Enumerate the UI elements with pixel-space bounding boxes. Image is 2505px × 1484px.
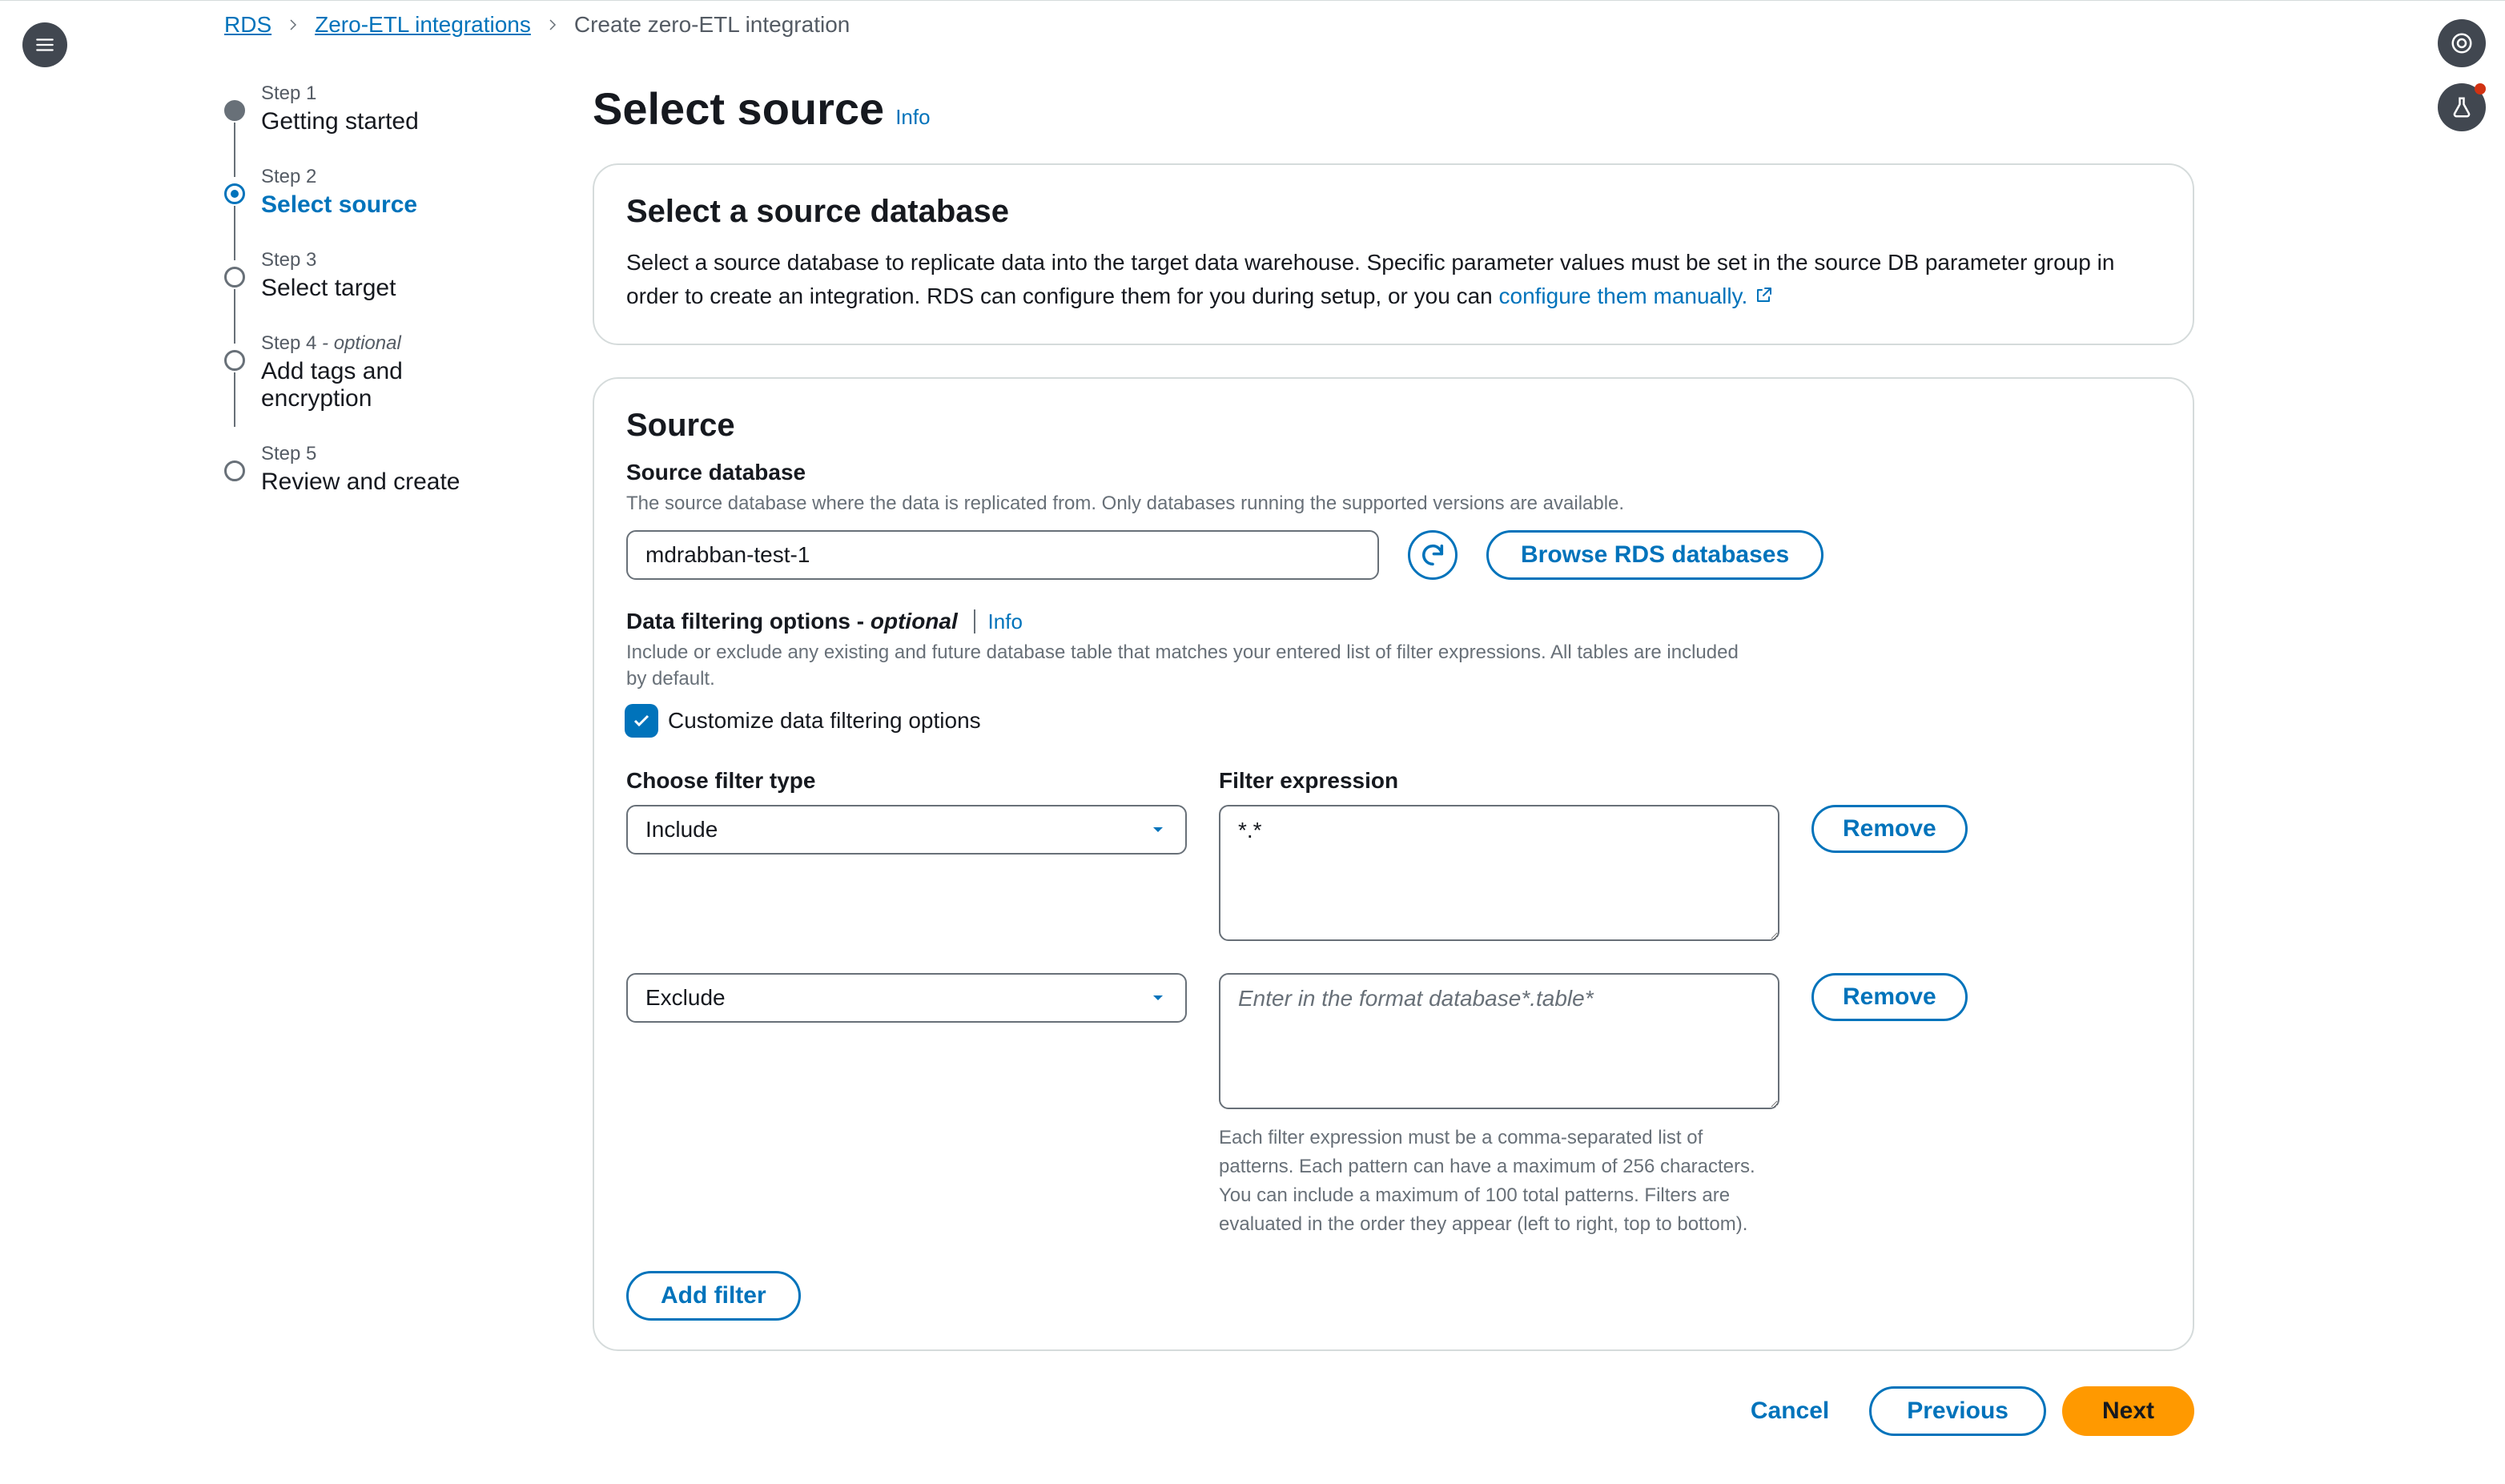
source-database-input[interactable] (626, 530, 1379, 580)
chevron-right-icon (286, 12, 300, 38)
filter-type-heading: Choose filter type (626, 768, 1187, 794)
configure-manually-link[interactable]: configure them manually. (1499, 284, 1748, 308)
step-4[interactable]: Step 4 - optional Add tags and encryptio… (224, 332, 513, 412)
step-3[interactable]: Step 3 Select target (224, 249, 513, 302)
remove-filter-button-1[interactable]: Remove (1811, 973, 1968, 1021)
next-button[interactable]: Next (2062, 1386, 2194, 1436)
filter-expression-input-0[interactable] (1219, 805, 1779, 941)
refresh-button[interactable] (1408, 530, 1458, 580)
hamburger-icon (34, 34, 55, 55)
step-num: Step 1 (261, 82, 513, 105)
customize-filtering-label: Customize data filtering options (668, 708, 981, 734)
step-indicator-done (224, 100, 245, 121)
step-label: Getting started (261, 108, 513, 135)
breadcrumb-current: Create zero-ETL integration (574, 12, 850, 38)
checkmark-icon (632, 711, 651, 730)
filter-expression-heading: Filter expression (1219, 768, 1779, 794)
panel-source: Source Source database The source databa… (593, 377, 2194, 1351)
filter-type-select-1[interactable]: Exclude (626, 973, 1187, 1023)
data-filtering-help: Include or exclude any existing and futu… (626, 639, 1747, 693)
step-label: Select target (261, 275, 513, 302)
main-content: Select source Info Select a source datab… (593, 82, 2194, 1484)
cancel-button[interactable]: Cancel (1727, 1386, 1853, 1436)
cloudshell-button[interactable] (2438, 19, 2486, 67)
panel-select-source-db: Select a source database Select a source… (593, 163, 2194, 345)
refresh-icon (1419, 541, 1446, 569)
step-1[interactable]: Step 1 Getting started (224, 82, 513, 135)
breadcrumb: RDS Zero-ETL integrations Create zero-ET… (0, 1, 2505, 38)
data-filtering-heading: Data filtering options - optional Info (626, 609, 2161, 634)
page-title: Select source (593, 82, 884, 135)
filter-type-select-0[interactable]: Include (626, 805, 1187, 855)
cloudshell-icon (2450, 31, 2474, 55)
page-title-info-link[interactable]: Info (895, 105, 930, 130)
step-indicator-active (224, 183, 245, 204)
remove-filter-button-0[interactable]: Remove (1811, 805, 1968, 853)
chevron-right-icon (545, 12, 560, 38)
previous-button[interactable]: Previous (1869, 1386, 2046, 1436)
panel-description: Select a source database to replicate da… (626, 246, 2161, 315)
filter-expression-input-1[interactable] (1219, 973, 1779, 1109)
step-label: Review and create (261, 469, 513, 496)
flask-icon (2450, 95, 2474, 119)
wizard-stepper: Step 1 Getting started Step 2 Select sou… (224, 82, 513, 496)
add-filter-button[interactable]: Add filter (626, 1271, 801, 1321)
step-label: Select source (261, 191, 513, 219)
source-db-help: The source database where the data is re… (626, 490, 1747, 517)
caret-down-icon (1148, 988, 1168, 1007)
panel-title: Select a source database (626, 194, 2161, 230)
step-num: Step 3 (261, 249, 513, 271)
step-connector (234, 372, 235, 427)
filter-row-1: Exclude Each filter expression must be a… (626, 973, 2161, 1239)
step-indicator-future (224, 350, 245, 371)
step-indicator-future (224, 267, 245, 288)
experiments-button[interactable] (2438, 83, 2486, 131)
external-link-icon (1754, 281, 1773, 315)
filter-row-0: Include Remove (626, 805, 2161, 941)
breadcrumb-rds[interactable]: RDS (224, 12, 271, 38)
nav-hamburger-button[interactable] (22, 22, 67, 67)
browse-rds-databases-button[interactable]: Browse RDS databases (1486, 530, 1823, 580)
step-label: Add tags and encryption (261, 358, 513, 412)
source-db-label: Source database (626, 460, 2161, 485)
filter-expression-hint: Each filter expression must be a comma-s… (1219, 1124, 1779, 1239)
caret-down-icon (1148, 820, 1168, 839)
step-num: Step 4 - optional (261, 332, 513, 355)
step-num: Step 5 (261, 443, 513, 465)
notification-dot (2475, 83, 2486, 95)
floating-right-column (2438, 19, 2486, 131)
step-2[interactable]: Step 2 Select source (224, 166, 513, 219)
data-filtering-info-link[interactable]: Info (974, 609, 1023, 633)
customize-filtering-checkbox[interactable] (626, 706, 657, 736)
step-5[interactable]: Step 5 Review and create (224, 443, 513, 496)
wizard-footer: Cancel Previous Next (593, 1386, 2194, 1436)
breadcrumb-zero-etl[interactable]: Zero-ETL integrations (315, 12, 531, 38)
step-indicator-future (224, 460, 245, 481)
panel-title: Source (626, 408, 2161, 444)
step-num: Step 2 (261, 166, 513, 188)
